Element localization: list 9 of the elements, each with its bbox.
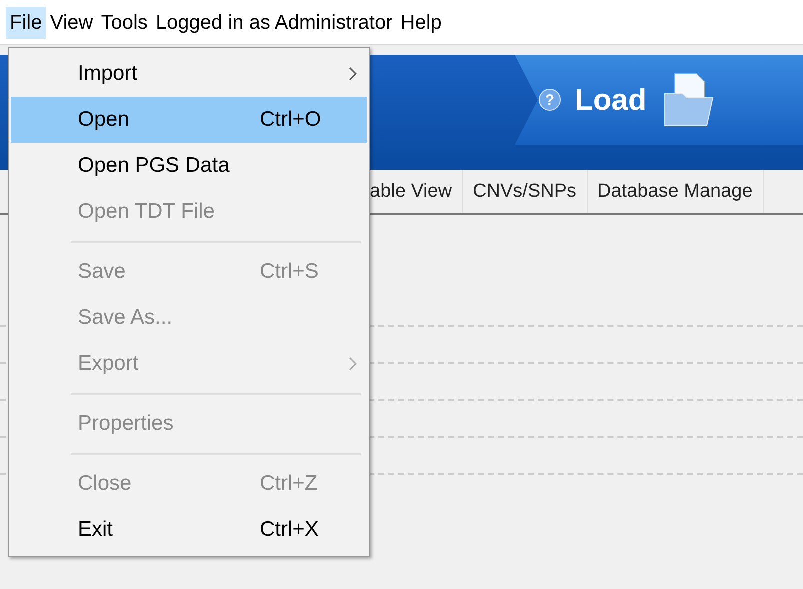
menu-item[interactable]: Import <box>11 51 367 97</box>
load-button[interactable]: ? Load <box>515 55 803 145</box>
menu-item[interactable]: Exit Ctrl+X <box>11 507 367 553</box>
menu-item[interactable]: Tools <box>97 7 152 39</box>
menu-item[interactable]: View <box>46 7 98 39</box>
menu-item[interactable]: Logged in as Administrator <box>152 7 397 39</box>
menu-item[interactable]: Help <box>396 7 446 39</box>
menu-item[interactable]: File <box>6 7 46 39</box>
menu-item[interactable]: Open Ctrl+O <box>11 97 367 143</box>
